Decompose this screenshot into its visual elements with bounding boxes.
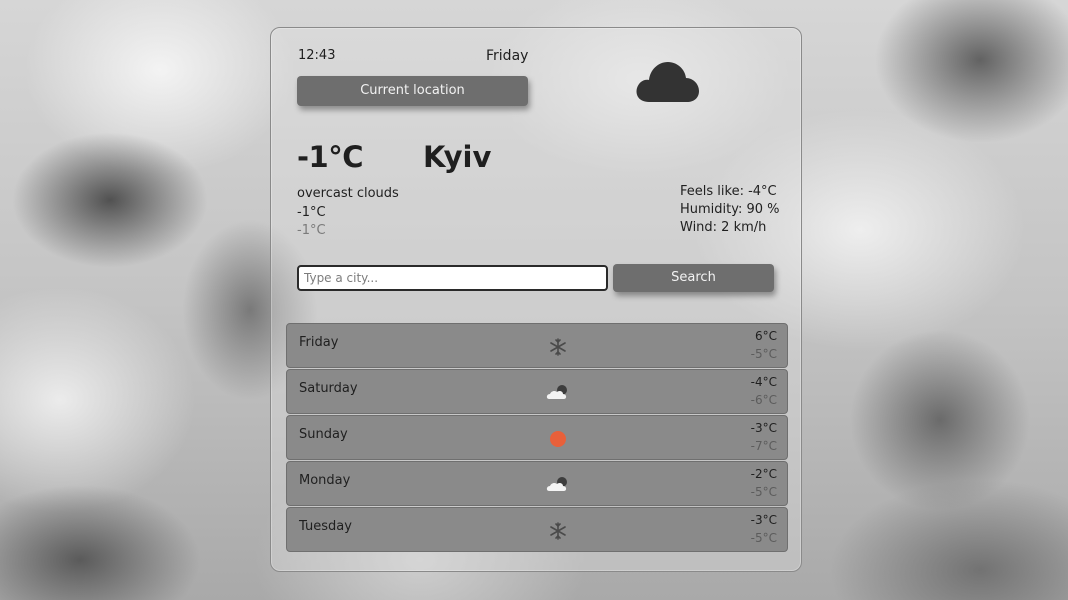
forecast-min: -7°C — [750, 439, 777, 453]
weather-details: Feels like: -4°C Humidity: 90 % Wind: 2 … — [680, 183, 780, 237]
forecast-min: -5°C — [750, 485, 777, 499]
weather-card: 12:43 Friday Current location -1°C Kyiv … — [270, 27, 802, 572]
forecast-max: -3°C — [750, 513, 777, 527]
forecast-day: Saturday — [299, 381, 358, 396]
forecast-max: -3°C — [750, 421, 777, 435]
forecast-row: Friday 6°C -5°C — [286, 323, 788, 368]
temp-max: -1°C — [297, 205, 326, 220]
forecast-day: Friday — [299, 335, 339, 350]
city-name: Kyiv — [423, 140, 492, 174]
forecast-day: Monday — [299, 473, 351, 488]
feels-like: Feels like: -4°C — [680, 184, 777, 199]
search-button[interactable]: Search — [613, 264, 774, 292]
forecast-max: -4°C — [750, 375, 777, 389]
current-location-button[interactable]: Current location — [297, 76, 528, 106]
sun-icon — [550, 431, 566, 447]
forecast-day: Tuesday — [299, 519, 352, 534]
cloud-icon — [636, 62, 699, 102]
sun-behind-cloud-icon — [546, 477, 567, 491]
forecast-day: Sunday — [299, 427, 348, 442]
forecast-min: -6°C — [750, 393, 777, 407]
current-temperature: -1°C — [297, 140, 364, 174]
snowflake-icon — [550, 338, 566, 356]
wind: Wind: 2 km/h — [680, 220, 767, 235]
humidity: Humidity: 90 % — [680, 202, 780, 217]
forecast-min: -5°C — [750, 347, 777, 361]
weather-description: overcast clouds — [297, 186, 399, 201]
snowflake-icon — [550, 522, 566, 540]
temp-min: -1°C — [297, 223, 326, 238]
forecast-max: 6°C — [754, 329, 777, 343]
forecast-row: Monday -2°C -5°C — [286, 461, 788, 506]
forecast-max: -2°C — [750, 467, 777, 481]
current-day: Friday — [486, 48, 529, 64]
forecast-row: Saturday -4°C -6°C — [286, 369, 788, 414]
sun-behind-cloud-icon — [546, 385, 567, 399]
current-time: 12:43 — [298, 48, 336, 63]
forecast-row: Sunday -3°C -7°C — [286, 415, 788, 460]
forecast-row: Tuesday -3°C -5°C — [286, 507, 788, 552]
city-search-input[interactable] — [297, 265, 608, 291]
forecast-min: -5°C — [750, 531, 777, 545]
forecast-list: Friday 6°C -5°C Saturday -4°C -6°C Sunda… — [286, 323, 788, 553]
